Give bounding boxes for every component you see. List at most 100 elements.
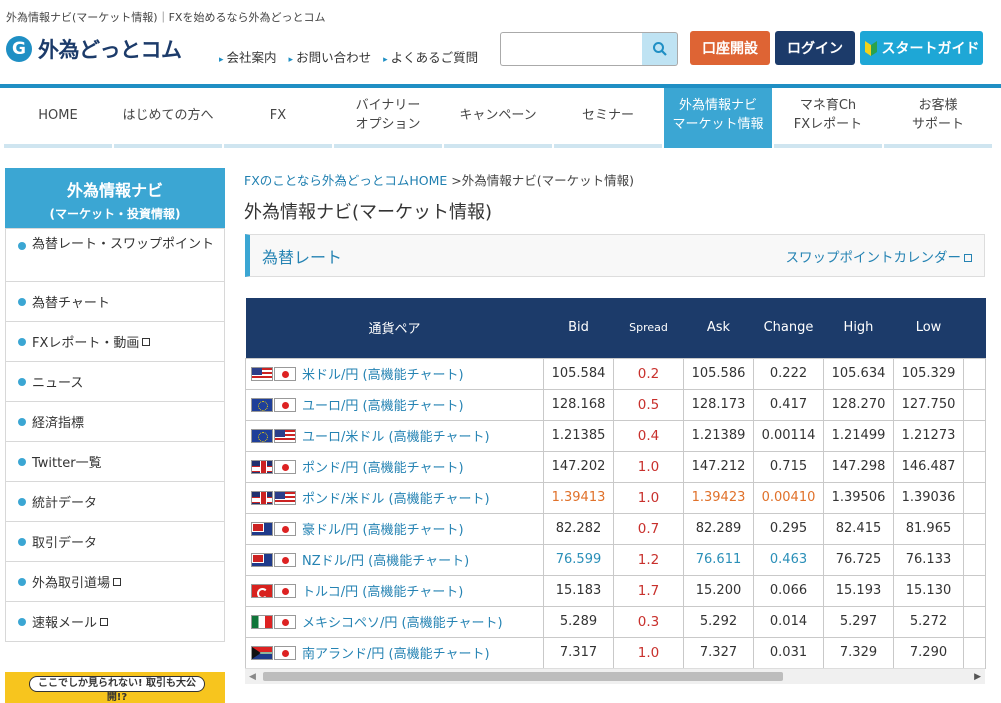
flag-jp-icon <box>274 584 296 598</box>
cell-pair: 豪ドル/円 (高機能チャート) <box>245 512 544 545</box>
flag-jp-icon <box>274 646 296 660</box>
nav-maneiku-ch[interactable]: マネ育Ch FXレポート <box>774 88 882 148</box>
sidebar-item-label: 経済指標 <box>32 416 85 431</box>
table-header-row: 通貨ペア Bid Spread Ask Change High Low <box>245 298 986 358</box>
sidebar-item-label: 速報メール <box>32 616 98 631</box>
cell-ask: 147.212 <box>683 450 754 483</box>
bullet-icon <box>18 617 26 626</box>
search-input[interactable] <box>500 32 642 66</box>
scrollbar-thumb[interactable] <box>263 672 783 681</box>
site-logo[interactable]: G 外為どっとコム <box>6 34 182 64</box>
table-row: NZドル/円 (高機能チャート) 76.599 1.2 76.611 0.463 76.7… <box>245 543 986 576</box>
cell-ask: 15.200 <box>683 574 754 607</box>
cell-pair: 米ドル/円 (高機能チャート) <box>245 357 544 390</box>
pair-name: メキシコペソ/円 <box>302 616 398 631</box>
sidebar-item-chart[interactable]: 為替チャート <box>6 281 224 321</box>
flag-jp-icon <box>274 522 296 536</box>
link-contact-label: お問い合わせ <box>296 50 372 65</box>
link-company[interactable]: ▸ 会社案内 <box>219 47 277 66</box>
cell-spread: 0.7 <box>613 512 684 545</box>
global-nav: HOME はじめての方へ FX バイナリー オプション キャンペーン セミナー … <box>4 88 994 148</box>
sidebar-item-dojo[interactable]: 外為取引道場 <box>6 561 224 601</box>
nav-seminar[interactable]: セミナー <box>554 88 662 148</box>
breadcrumb: FXのことなら外為どっとコムHOME >外為情報ナビ(マーケット情報) <box>244 170 634 189</box>
col-header-pair: 通貨ペア <box>245 298 544 358</box>
pair-chart-link[interactable]: メキシコペソ/円 (高機能チャート) <box>302 616 503 631</box>
cell-pair: ユーロ/円 (高機能チャート) <box>245 388 544 421</box>
cell-change: 0.463 <box>753 543 824 576</box>
breadcrumb-home-link[interactable]: FXのことなら外為どっとコムHOME <box>244 173 447 188</box>
pair-chart-link[interactable]: NZドル/円 (高機能チャート) <box>302 554 469 569</box>
sidebar-item-alert-mail[interactable]: 速報メール <box>6 601 224 641</box>
promo-banner[interactable]: ここでしか見られない! 取引も大公開!? <box>5 672 225 703</box>
pair-chart-link[interactable]: トルコ/円 (高機能チャート) <box>302 585 463 600</box>
sidebar-item-twitter[interactable]: Twitter一覧 <box>6 441 224 481</box>
swap-calendar-link[interactable]: スワップポイントカレンダー <box>786 246 972 266</box>
pair-chart-link[interactable]: 豪ドル/円 (高機能チャート) <box>302 523 464 538</box>
sidebar-item-label: Twitter一覧 <box>32 456 102 471</box>
pair-chart-link[interactable]: ユーロ/円 (高機能チャート) <box>302 399 464 414</box>
search-button[interactable] <box>642 32 678 66</box>
horizontal-scrollbar[interactable]: ◀ ▶ <box>245 668 985 684</box>
nav-support[interactable]: お客様 サポート <box>884 88 992 148</box>
arrow-right-icon: ▸ <box>383 55 388 65</box>
cell-overflow <box>963 357 986 390</box>
nav-beginners[interactable]: はじめての方へ <box>114 88 222 148</box>
cell-overflow <box>963 543 986 576</box>
cell-spread: 0.4 <box>613 419 684 452</box>
chart-link-label: (高機能チャート) <box>362 523 464 538</box>
pair-chart-link[interactable]: ポンド/円 (高機能チャート) <box>302 461 464 476</box>
nav-market-info[interactable]: 外為情報ナビ マーケット情報 <box>664 88 772 148</box>
sidebar-item-trade-data[interactable]: 取引データ <box>6 521 224 561</box>
link-contact[interactable]: ▸ お問い合わせ <box>289 47 372 66</box>
open-account-button[interactable]: 口座開設 <box>690 31 770 65</box>
col-header-bid: Bid <box>543 298 614 358</box>
cell-bid: 5.289 <box>543 605 614 638</box>
cell-ask: 105.586 <box>683 357 754 390</box>
rates-section-header: 為替レート スワップポイントカレンダー <box>245 234 985 277</box>
table-row: ユーロ/円 (高機能チャート) 128.168 0.5 128.173 0.417 128… <box>245 388 986 421</box>
table-row: ポンド/円 (高機能チャート) 147.202 1.0 147.212 0.715 147… <box>245 450 986 483</box>
chart-link-label: (高機能チャート) <box>401 616 503 631</box>
start-guide-button[interactable]: スタートガイド <box>860 31 983 65</box>
nav-binary-option[interactable]: バイナリー オプション <box>334 88 442 148</box>
section-title: 為替レート <box>262 247 343 267</box>
cell-low: 81.965 <box>893 512 964 545</box>
pair-chart-link[interactable]: 南アランド/円 (高機能チャート) <box>302 647 490 662</box>
nav-fx[interactable]: FX <box>224 88 332 148</box>
cell-high: 82.415 <box>823 512 894 545</box>
col-header-high: High <box>823 298 894 358</box>
cell-low: 127.750 <box>893 388 964 421</box>
cell-ask: 5.292 <box>683 605 754 638</box>
sidebar: 外為情報ナビ (マーケット・投資情報) 為替レート・スワップポイント 為替チャー… <box>5 168 225 642</box>
sidebar-item-statistics[interactable]: 統計データ <box>6 481 224 521</box>
link-faq[interactable]: ▸ よくあるご質問 <box>383 47 478 66</box>
cell-spread: 1.7 <box>613 574 684 607</box>
sidebar-item-economic-indicators[interactable]: 経済指標 <box>6 401 224 441</box>
cell-change: 0.031 <box>753 636 824 669</box>
cell-change: 0.715 <box>753 450 824 483</box>
flag-eu-icon <box>251 429 273 443</box>
scroll-left-icon[interactable]: ◀ <box>249 672 256 682</box>
table-row: 南アランド/円 (高機能チャート) 7.317 1.0 7.327 0.031 7.329… <box>245 636 986 669</box>
sidebar-item-fx-report[interactable]: FXレポート・動画 <box>6 321 224 361</box>
cell-spread: 0.5 <box>613 388 684 421</box>
scroll-right-icon[interactable]: ▶ <box>974 672 981 682</box>
pair-chart-link[interactable]: ポンド/米ドル (高機能チャート) <box>302 492 490 507</box>
cell-high: 147.298 <box>823 450 894 483</box>
nav-campaign[interactable]: キャンペーン <box>444 88 552 148</box>
pair-name: 南アランド/円 <box>302 647 385 662</box>
nav-home[interactable]: HOME <box>4 88 112 148</box>
login-button[interactable]: ログイン <box>775 31 855 65</box>
cell-low: 105.329 <box>893 357 964 390</box>
cell-low: 15.130 <box>893 574 964 607</box>
pair-chart-link[interactable]: ユーロ/米ドル (高機能チャート) <box>302 430 490 445</box>
cell-overflow <box>963 605 986 638</box>
sidebar-subtitle: (マーケット・投資情報) <box>49 207 181 221</box>
cell-high: 1.21499 <box>823 419 894 452</box>
pair-chart-link[interactable]: 米ドル/円 (高機能チャート) <box>302 368 464 383</box>
sidebar-item-rates-swap[interactable]: 為替レート・スワップポイント <box>6 228 224 281</box>
sidebar-item-news[interactable]: ニュース <box>6 361 224 401</box>
logo-icon: G <box>6 36 32 62</box>
header-tagline: 外為情報ナビ(マーケット情報)｜FXを始めるなら外為どっとコム <box>6 11 326 24</box>
